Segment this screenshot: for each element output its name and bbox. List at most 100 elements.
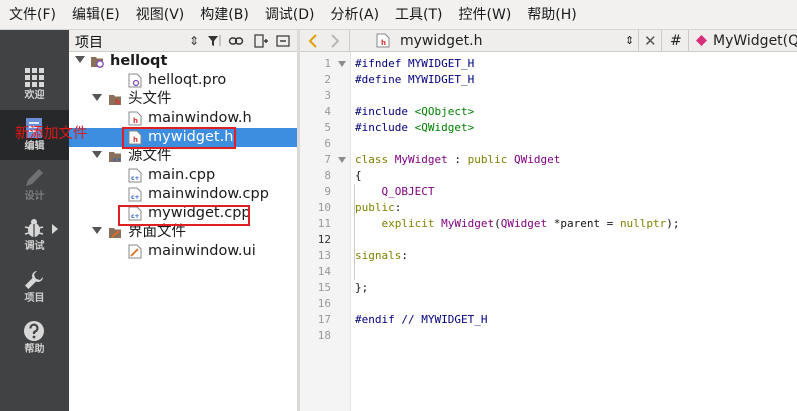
tree-item-label: 源文件 [128, 148, 172, 164]
line-number: 17 [317, 313, 331, 326]
menu-analyze[interactable]: 分析(A) [323, 0, 388, 30]
menu-widgets[interactable]: 控件(W) [451, 0, 520, 30]
mode-help[interactable]: 帮助 [0, 313, 69, 363]
menu-bar: 文件(F) 编辑(E) 视图(V) 构建(B) 调试(D) 分析(A) 工具(T… [0, 0, 797, 30]
svg-text:h: h [115, 99, 120, 107]
menu-edit[interactable]: 编辑(E) [64, 0, 128, 30]
menu-debug[interactable]: 调试(D) [257, 0, 323, 30]
tree-item-file[interactable]: mainwindow.ui [69, 242, 297, 261]
preprocessor-hash-label[interactable]: # [670, 32, 682, 50]
tree-item-folder[interactable]: h 头文件 [69, 90, 297, 109]
forward-arrow-icon[interactable] [330, 34, 340, 48]
mode-label: 欢迎 [24, 90, 45, 101]
file-dropdown-icon[interactable]: ⇕ [625, 32, 634, 50]
line-number: 6 [324, 137, 331, 150]
project-pane-header: 项目 ⇕ [69, 30, 297, 52]
mode-label: 帮助 [24, 344, 45, 355]
tree-item-label: mainwindow.ui [148, 243, 256, 259]
separator [661, 30, 662, 51]
tree-item-file[interactable]: c+ main.cpp [69, 166, 297, 185]
code-line: public: [355, 201, 402, 214]
line-number: 3 [324, 89, 331, 102]
tree-item-label: 头文件 [128, 91, 172, 107]
svg-text:c+: c+ [131, 194, 140, 201]
tree-item-label: helloqt.pro [148, 72, 227, 88]
tree-item-file[interactable]: h mainwindow.h [69, 109, 297, 128]
open-file-name[interactable]: mywidget.h [400, 32, 482, 50]
tree-item-file[interactable]: helloqt.pro [69, 71, 297, 90]
menu-tools[interactable]: 工具(T) [387, 0, 450, 30]
annotation-label: 新添加文件 [15, 126, 88, 142]
svg-text:c+: c+ [113, 157, 122, 164]
split-icon[interactable] [253, 33, 269, 49]
close-document-icon[interactable]: ✕ [644, 32, 657, 50]
tree-item-label: helloqt [110, 53, 168, 69]
pro-file-icon [128, 73, 142, 88]
code-line: }; [355, 281, 369, 294]
menu-view[interactable]: 视图(V) [128, 0, 193, 30]
menu-help[interactable]: 帮助(H) [519, 0, 584, 30]
code-line: #define MYWIDGET_H [355, 73, 475, 86]
separator [349, 30, 350, 51]
code-line: { [355, 169, 362, 182]
separator [638, 30, 639, 51]
header-file-icon: h [376, 33, 390, 48]
ui-file-icon [128, 244, 142, 259]
tree-item-project[interactable]: helloqt [69, 52, 297, 71]
svg-text:h: h [381, 39, 386, 47]
code-line: explicit MyWidget(QWidget *parent = null… [381, 217, 680, 230]
close-pane-icon[interactable] [275, 33, 291, 49]
expand-arrow-icon[interactable] [92, 227, 102, 234]
expand-arrow-icon[interactable] [75, 56, 85, 63]
back-arrow-icon[interactable] [308, 34, 318, 48]
line-number: 13 [317, 249, 331, 262]
line-number: 9 [324, 185, 331, 198]
expand-arrow-icon[interactable] [92, 151, 102, 158]
mode-label: 设计 [24, 191, 45, 202]
expand-arrow-icon [52, 224, 58, 234]
highlight-box-source [118, 205, 250, 226]
code-line: signals: [355, 249, 408, 262]
ui-folder-icon [109, 228, 121, 238]
line-number: 12 [317, 233, 331, 246]
line-number: 18 [317, 329, 331, 342]
code-line: #endif // MYWIDGET_H [355, 313, 488, 326]
header-folder-icon: h [109, 95, 121, 107]
line-number: 5 [324, 121, 331, 134]
fold-marker-icon[interactable] [338, 157, 346, 163]
mode-design[interactable]: 设计 [0, 160, 69, 210]
line-number: 7 [324, 153, 331, 166]
highlight-box-header [122, 127, 236, 149]
mode-welcome[interactable]: 欢迎 [0, 59, 69, 109]
project-icon [91, 57, 104, 68]
code-line: #ifndef MYWIDGET_H [355, 57, 475, 70]
code-editor[interactable]: #ifndef MYWIDGET_H #define MYWIDGET_H #inc… [355, 52, 797, 411]
tree-item-label: mainwindow.h [148, 110, 252, 126]
tree-item-folder[interactable]: c+ 源文件 [69, 147, 297, 166]
fold-marker-icon[interactable] [338, 61, 346, 67]
menu-build[interactable]: 构建(B) [192, 0, 257, 30]
line-number: 14 [317, 265, 331, 278]
code-line: class MyWidget : public QWidget [355, 153, 561, 166]
pane-title: 项目 [75, 35, 103, 51]
sort-arrows-icon[interactable]: ⇕ [186, 33, 202, 49]
source-file-icon: c+ [128, 187, 142, 202]
menu-file[interactable]: 文件(F) [0, 0, 64, 30]
tree-item-file[interactable]: c+ mainwindow.cpp [69, 185, 297, 204]
source-folder-icon: c+ [109, 152, 122, 164]
link-icon[interactable] [228, 33, 244, 49]
line-number: 15 [317, 281, 331, 294]
mode-label: 项目 [24, 293, 45, 304]
line-number: 1 [324, 57, 331, 70]
block-indent-guide [354, 184, 355, 280]
line-number: 4 [324, 105, 331, 118]
mode-debug[interactable]: 调试 [0, 210, 69, 260]
wrench-icon [25, 271, 43, 289]
editor-toolbar: h mywidget.h ⇕ ✕ # MyWidget(Q [300, 30, 797, 52]
line-number-gutter: 1 2 3 4 5 6 7 8 9 10 11 12 13 14 15 16 17 18 [300, 52, 351, 411]
line-number: 16 [317, 297, 331, 310]
expand-arrow-icon[interactable] [92, 94, 102, 101]
filter-icon[interactable] [206, 33, 222, 49]
mode-projects[interactable]: 项目 [0, 262, 69, 312]
symbol-selector[interactable]: MyWidget(Q [713, 32, 797, 50]
